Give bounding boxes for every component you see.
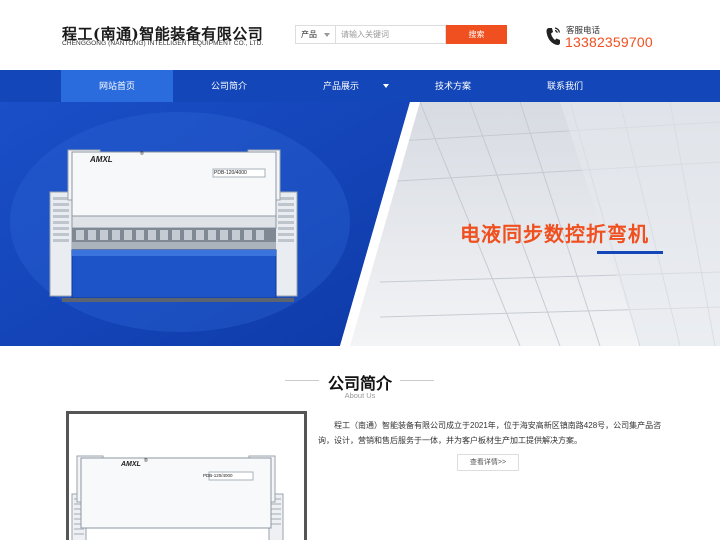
search-category-select[interactable]: 产品 <box>295 25 335 44</box>
banner-title: 电液同步数控折弯机 <box>460 224 649 246</box>
logo-english: CHENGGONG (NANTONG) INTELLIGENT EQUIPMEN… <box>62 40 264 47</box>
about-machine-image <box>69 434 304 540</box>
chevron-down-icon <box>324 33 330 37</box>
about-machine-model: PDB-120/4000 <box>203 473 233 478</box>
section-subtitle: About Us <box>344 391 376 400</box>
nav-item-label: 联系我们 <box>546 81 583 91</box>
nav-item-products[interactable]: 产品展示 <box>285 70 397 102</box>
nav-item-solutions[interactable]: 技术方案 <box>397 70 509 102</box>
view-details-button[interactable]: 查看详情>> <box>457 454 519 471</box>
nav-item-label: 网站首页 <box>98 81 135 91</box>
hotline-number[interactable]: 13382359700 <box>565 34 653 50</box>
about-image-frame[interactable]: AMXL ® PDB-120/4000 <box>66 411 307 540</box>
title-divider-left <box>285 380 319 381</box>
hero-banner[interactable]: AMXL ® PDB-120/4000 电液同步数控折弯机 <box>0 102 720 346</box>
phone-icon <box>546 27 561 45</box>
search-category-label: 产品 <box>301 30 317 39</box>
machine-model: PDB-120/4000 <box>214 170 247 176</box>
main-nav: 网站首页 公司简介 产品展示 技术方案 联系我们 <box>0 70 720 102</box>
search-bar: 产品 请输入关键词 搜索 <box>295 25 512 44</box>
chevron-down-icon <box>383 84 389 88</box>
registered-mark: ® <box>140 151 144 157</box>
search-input[interactable]: 请输入关键词 <box>335 25 446 44</box>
nav-item-label: 产品展示 <box>322 81 359 91</box>
nav-item-contact[interactable]: 联系我们 <box>509 70 621 102</box>
about-machine-brand: AMXL <box>121 461 141 468</box>
machine-brand: AMXL <box>90 155 113 164</box>
press-brake-illustration <box>49 149 298 302</box>
search-button[interactable]: 搜索 <box>446 25 507 44</box>
site-header: 程工(南通)智能装备有限公司 CHENGGONG (NANTONG) INTEL… <box>0 0 720 70</box>
nav-item-label: 公司简介 <box>210 81 247 91</box>
registered-mark: ® <box>144 458 148 464</box>
nav-item-about[interactable]: 公司简介 <box>173 70 285 102</box>
nav-item-label: 技术方案 <box>434 81 471 91</box>
title-divider-right <box>400 380 434 381</box>
nav-item-home[interactable]: 网站首页 <box>61 70 173 102</box>
about-description: 程工（南通）智能装备有限公司成立于2021年，位于海安高新区镇南路428号，公司… <box>318 421 662 445</box>
banner-underline <box>597 251 663 254</box>
